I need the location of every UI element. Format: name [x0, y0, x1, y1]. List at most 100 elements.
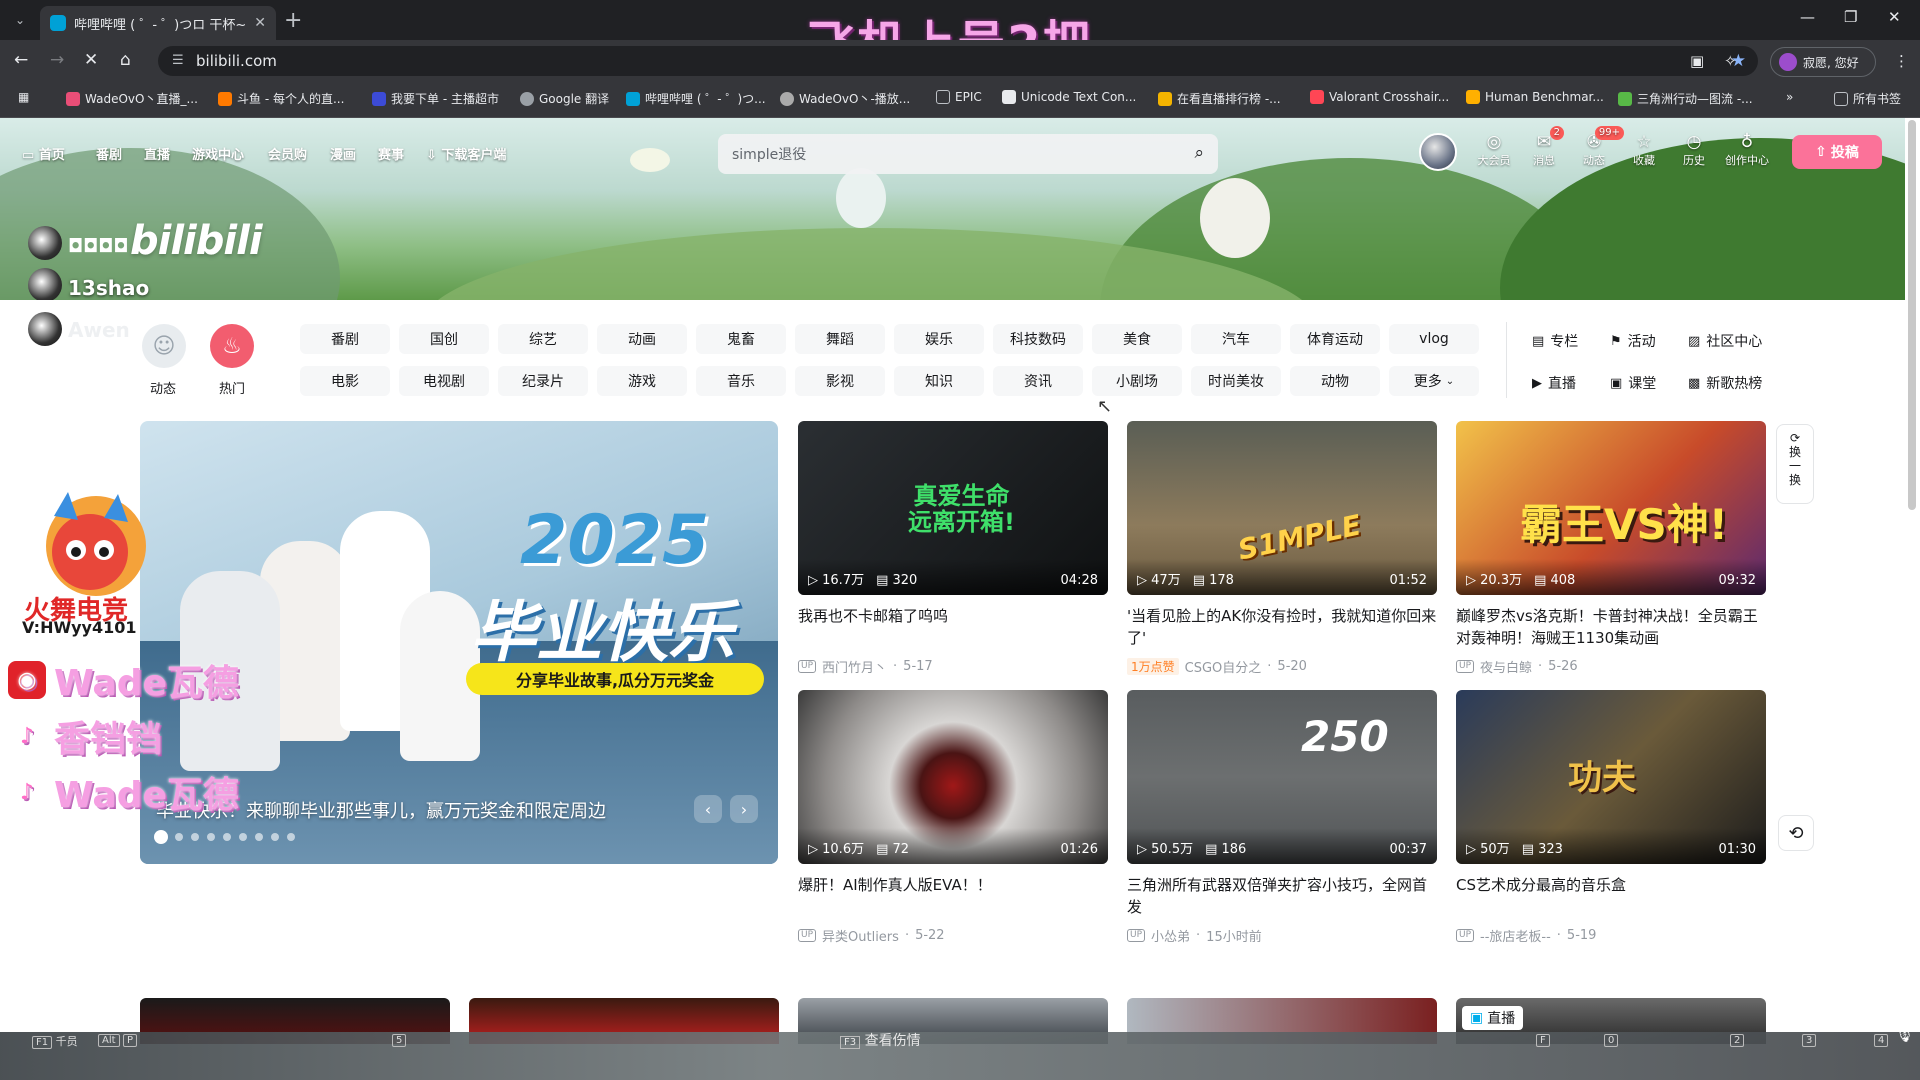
video-card[interactable]: S1MPLE ▷ 47万 ▤ 178 01:52 '当看见脸上的AK你没有捡时，我就…	[1127, 421, 1437, 676]
nav-home[interactable]: ▭ 首页	[22, 144, 65, 163]
side-link-activity[interactable]: ⚑ 活动	[1610, 331, 1656, 351]
category-tag[interactable]: 番剧	[300, 324, 390, 354]
bookmark-item[interactable]: 斗鱼 - 每个人的直...	[218, 90, 344, 107]
nav-manga[interactable]: 漫画	[330, 144, 356, 163]
site-info-icon[interactable]: ☰	[172, 53, 184, 68]
category-tag[interactable]: 美食	[1092, 324, 1182, 354]
nav-mall[interactable]: 会员购	[268, 144, 307, 163]
bilibili-logo[interactable]: bilibili	[130, 218, 263, 264]
nav-live[interactable]: 直播	[144, 144, 170, 163]
bookmark-item[interactable]: Valorant Crosshair...	[1310, 90, 1449, 104]
nav-favorites[interactable]: ☆ 收藏	[1622, 132, 1666, 168]
video-title[interactable]: 我再也不卡邮箱了呜呜	[798, 605, 1108, 649]
stop-icon[interactable]: ✕	[84, 50, 98, 70]
video-title[interactable]: 巅峰罗杰vs洛克斯！卡普封神决战！全员霸王对轰神明！海贼王1130集动画	[1456, 605, 1766, 649]
video-uploader[interactable]: UP --旅店老板-- · 5-19	[1456, 926, 1766, 945]
nav-download-client[interactable]: ⇩ 下载客户端	[426, 144, 506, 163]
nav-esports[interactable]: 赛事	[378, 144, 404, 163]
close-window-icon[interactable]: ✕	[1888, 8, 1901, 26]
carousel-dot[interactable]	[223, 833, 231, 841]
side-link-column[interactable]: ▤ 专栏	[1532, 331, 1578, 351]
category-tag[interactable]: 舞蹈	[795, 324, 885, 354]
category-tag[interactable]: 电影	[300, 366, 390, 396]
video-uploader[interactable]: 1万点赞 CSGO自分之 · 5-20	[1127, 657, 1437, 676]
video-thumbnail[interactable]: S1MPLE ▷ 47万 ▤ 178 01:52	[1127, 421, 1437, 595]
category-tag[interactable]: 体育运动	[1290, 324, 1380, 354]
page-scrollbar[interactable]	[1908, 120, 1916, 510]
video-card[interactable]: 250 ▷ 50.5万 ▤ 186 00:37 三角洲所有武器双倍弹夹扩容小技巧，全…	[1127, 690, 1437, 945]
video-card[interactable]: ▷ 10.6万 ▤ 72 01:26 爆肝！AI制作真人版EVA！！ UP 异类Out…	[798, 690, 1108, 945]
nav-anime[interactable]: 番剧	[96, 144, 122, 163]
carousel-dot[interactable]	[191, 833, 199, 841]
apps-grid-icon[interactable]: ▦	[18, 90, 29, 104]
menu-kebab-icon[interactable]: ⋮	[1894, 52, 1909, 70]
search-input[interactable]: simple退役 ⌕	[718, 134, 1218, 174]
category-tag[interactable]: 纪录片	[498, 366, 588, 396]
carousel-dot[interactable]	[255, 833, 263, 841]
bookmark-item[interactable]: Unicode Text Con...	[1002, 90, 1136, 104]
video-thumbnail[interactable]: ▷ 10.6万 ▤ 72 01:26	[798, 690, 1108, 864]
bookmarks-overflow[interactable]: »	[1786, 90, 1793, 104]
bookmark-item[interactable]: 在看直播排行榜 -...	[1158, 90, 1281, 107]
category-tag[interactable]: 电视剧	[399, 366, 489, 396]
search-icon[interactable]: ⌕	[1194, 143, 1204, 163]
tab-close-icon[interactable]: ✕	[254, 15, 266, 31]
puzzle-icon[interactable]: ✧	[1724, 52, 1737, 70]
home-icon[interactable]: ⌂	[120, 50, 131, 70]
nav-creator-center[interactable]: ♁ 创作中心	[1722, 132, 1772, 168]
category-tag[interactable]: 游戏	[597, 366, 687, 396]
carousel-prev-button[interactable]: ‹	[694, 795, 722, 823]
minimize-icon[interactable]: —	[1800, 8, 1815, 26]
video-card[interactable]: 真爱生命 远离开箱! ▷ 16.7万 ▤ 320 04:28 我再也不卡邮箱了呜呜 …	[798, 421, 1108, 676]
video-thumbnail[interactable]: 功夫 ▷ 50万 ▤ 323 01:30	[1456, 690, 1766, 864]
refresh-feed-button[interactable]: ⟳ 换 一 换	[1776, 424, 1814, 504]
carousel-next-button[interactable]: ›	[730, 795, 758, 823]
bookmark-item[interactable]: 我要下单 - 主播超市	[372, 90, 499, 107]
extension-icon[interactable]: ▣	[1690, 52, 1704, 70]
restore-icon[interactable]: ❐	[1844, 8, 1857, 26]
profile-chip[interactable]: 寂愿, 您好	[1770, 47, 1876, 77]
rotate-refresh-icon[interactable]: ⟲	[1778, 815, 1814, 851]
tab-search-icon[interactable]: ⌄	[10, 10, 30, 30]
carousel-dot[interactable]	[271, 833, 279, 841]
all-bookmarks[interactable]: 所有书签	[1834, 90, 1901, 107]
tab-bilibili[interactable]: 哔哩哔哩 ( ゜- ゜)つロ 干杯~-bi ✕	[40, 6, 276, 40]
video-uploader[interactable]: UP 西门竹月丶 · 5-17	[798, 657, 1108, 676]
category-tag[interactable]: 知识	[894, 366, 984, 396]
video-title[interactable]: 爆肝！AI制作真人版EVA！！	[798, 874, 1108, 918]
bookmark-folder[interactable]: EPIC	[936, 90, 982, 104]
carousel-dot[interactable]	[287, 833, 295, 841]
category-tag[interactable]: 综艺	[498, 324, 588, 354]
category-tag[interactable]: 音乐	[696, 366, 786, 396]
user-avatar[interactable]	[1419, 133, 1457, 171]
video-thumbnail[interactable]: 真爱生命 远离开箱! ▷ 16.7万 ▤ 320 04:28	[798, 421, 1108, 595]
hot-channel-icon[interactable]: ♨	[210, 324, 254, 368]
bookmark-item[interactable]: WadeOvO丶直播_...	[66, 90, 198, 107]
bookmark-item[interactable]: WadeOvO丶-播放...	[780, 90, 910, 107]
back-icon[interactable]: ←	[14, 50, 28, 70]
nav-messages[interactable]: ✉ 2 消息	[1522, 126, 1566, 168]
nav-dynamic[interactable]: ✇ 99+ 动态	[1572, 126, 1624, 168]
category-tag[interactable]: 动画	[597, 324, 687, 354]
side-link-community[interactable]: ▨ 社区中心	[1688, 331, 1762, 351]
category-tag[interactable]: 娱乐	[894, 324, 984, 354]
category-tag[interactable]: 汽车	[1191, 324, 1281, 354]
forward-icon[interactable]: →	[50, 50, 64, 70]
carousel-dot[interactable]	[175, 833, 183, 841]
video-title[interactable]: 三角洲所有武器双倍弹夹扩容小技巧，全网首发	[1127, 874, 1437, 918]
dynamic-channel-icon[interactable]: ☺	[142, 324, 186, 368]
category-tag[interactable]: 鬼畜	[696, 324, 786, 354]
video-card[interactable]: 霸王VS神! ▷ 20.3万 ▤ 408 09:32 巅峰罗杰vs洛克斯！卡普封神决…	[1456, 421, 1766, 676]
category-tag[interactable]: 时尚美妆	[1191, 366, 1281, 396]
carousel-dot[interactable]	[154, 830, 168, 844]
category-tag[interactable]: 国创	[399, 324, 489, 354]
nav-vip[interactable]: ◎ 大会员	[1472, 132, 1516, 168]
side-link-course[interactable]: ▣ 课堂	[1610, 373, 1656, 393]
category-tag[interactable]: 资讯	[993, 366, 1083, 396]
category-tag[interactable]: 小剧场	[1092, 366, 1182, 396]
upload-button[interactable]: ⇧ 投稿	[1792, 135, 1882, 169]
video-card[interactable]: 功夫 ▷ 50万 ▤ 323 01:30 CS艺术成分最高的音乐盒 UP --旅店老板…	[1456, 690, 1766, 945]
new-tab-icon[interactable]: +	[284, 8, 302, 33]
side-link-live[interactable]: ▶ 直播	[1532, 373, 1576, 393]
hot-channel-label[interactable]: 热门	[202, 378, 262, 397]
